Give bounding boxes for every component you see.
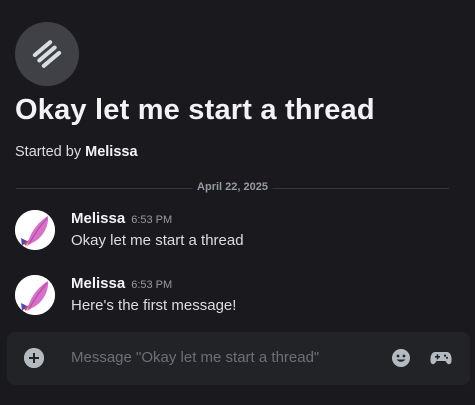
message-timestamp: 6:53 PM <box>131 214 173 226</box>
started-by-prefix: Started by <box>15 144 86 160</box>
thread-icon-circle <box>15 22 79 86</box>
message-username[interactable]: Melissa <box>71 275 125 292</box>
date-divider-label: April 22, 2025 <box>192 181 273 193</box>
message-header: Melissa 6:53 PM <box>71 275 172 293</box>
message-timestamp: 6:53 PM <box>131 279 173 291</box>
message-content: Okay let me start a thread <box>71 232 244 249</box>
gamepad-icon <box>430 352 452 365</box>
date-divider: April 22, 2025 <box>16 181 449 193</box>
message-input[interactable]: Message "Okay let me start a thread" <box>71 349 319 366</box>
message-header: Melissa 6:53 PM <box>71 210 172 228</box>
activities-button[interactable] <box>430 348 452 368</box>
emoji-icon <box>392 349 410 367</box>
thread-title: Okay let me start a thread <box>15 94 375 126</box>
add-circle-icon <box>24 348 44 368</box>
add-attachment-button[interactable] <box>24 348 44 368</box>
message-item[interactable]: Melissa 6:53 PM Okay let me start a threa… <box>15 210 465 254</box>
threads-icon <box>32 40 62 68</box>
avatar[interactable] <box>15 210 55 250</box>
emoji-button[interactable] <box>391 348 411 368</box>
message-composer[interactable]: Message "Okay let me start a thread" <box>7 332 470 385</box>
started-by-line: Started by Melissa <box>15 144 138 160</box>
feather-avatar-icon <box>15 275 55 315</box>
feather-avatar-icon <box>15 210 55 250</box>
message-content: Here's the first message! <box>71 297 237 314</box>
thread-author[interactable]: Melissa <box>85 144 137 160</box>
message-username[interactable]: Melissa <box>71 210 125 227</box>
avatar[interactable] <box>15 275 55 315</box>
message-item[interactable]: Melissa 6:53 PM Here's the first message! <box>15 275 465 319</box>
